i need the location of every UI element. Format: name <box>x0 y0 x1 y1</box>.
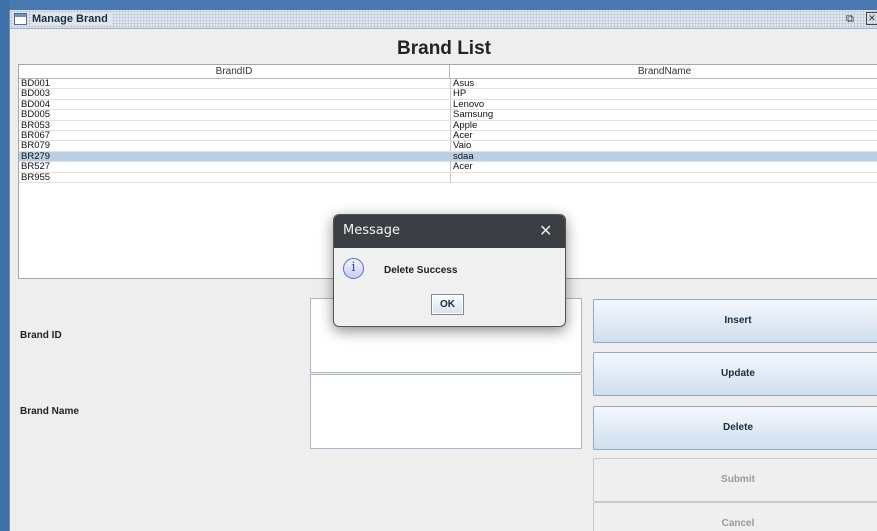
info-icon: i <box>343 258 364 279</box>
cell-brandname: Vaio <box>450 141 877 152</box>
table-row[interactable]: BD004 Lenovo <box>19 99 877 111</box>
table-row[interactable]: BR527 Acer <box>19 162 877 173</box>
table-body: BD001 Asus BD003 HP BD004 Lenovo BD005 Samsung B… <box>19 79 877 183</box>
insert-button[interactable]: Insert <box>593 299 877 343</box>
table-header: BrandID BrandName <box>19 65 877 79</box>
column-header-brandid[interactable]: BrandID <box>19 65 450 79</box>
cancel-button[interactable]: Cancel <box>593 502 877 531</box>
cell-brandid: BR279 <box>21 151 51 162</box>
delete-button[interactable]: Delete <box>593 406 877 450</box>
table-row[interactable]: BR279 sdaa <box>19 151 877 163</box>
cell-brandname: Acer <box>450 130 877 141</box>
message-dialog: Message ✕ i Delete Success OK <box>333 214 566 327</box>
cell-brandid: BR067 <box>21 130 51 141</box>
cell-brandname: sdaa <box>450 151 877 162</box>
cell-brandname: Lenovo <box>450 99 877 110</box>
brand-name-field[interactable] <box>310 374 582 449</box>
cell-brandid: BD003 <box>21 89 51 100</box>
table-row[interactable]: BR955 <box>19 172 877 183</box>
cell-brandname: Asus <box>450 79 877 89</box>
desktop-left-edge <box>0 0 9 531</box>
dialog-close-icon[interactable]: ✕ <box>539 221 552 241</box>
dialog-title-bar[interactable]: Message ✕ <box>334 215 565 248</box>
cell-brandid: BR053 <box>21 120 51 131</box>
window-title: Manage Brand <box>32 13 112 25</box>
window-icon <box>14 13 27 25</box>
table-row[interactable]: BD005 Samsung <box>19 110 877 121</box>
cell-brandid: BR955 <box>21 172 51 183</box>
brand-name-label: Brand Name <box>20 406 79 417</box>
dialog-title: Message <box>343 223 400 238</box>
submit-button[interactable]: Submit <box>593 458 877 502</box>
table-row[interactable]: BR067 Acer <box>19 130 877 142</box>
table-row[interactable]: BR053 Apple <box>19 120 877 131</box>
desktop-top-bar <box>0 0 877 10</box>
brand-id-label: Brand ID <box>20 330 62 341</box>
page-title: Brand List <box>397 38 491 59</box>
window-title-bar[interactable]: Manage Brand ⧉ ✕ <box>10 10 877 29</box>
cell-brandid: BR527 <box>21 162 51 173</box>
restore-icon[interactable]: ⧉ <box>846 12 854 26</box>
close-icon[interactable]: ✕ <box>866 12 877 25</box>
cell-brandid: BD004 <box>21 99 51 110</box>
update-button[interactable]: Update <box>593 352 877 396</box>
table-row[interactable]: BD001 Asus <box>19 79 877 90</box>
cell-brandname: Samsung <box>450 110 877 121</box>
cell-brandname: HP <box>450 89 877 100</box>
cell-brandid: BR079 <box>21 141 51 152</box>
table-row[interactable]: BR079 Vaio <box>19 141 877 152</box>
table-row[interactable]: BD003 HP <box>19 89 877 100</box>
cell-brandid: BD001 <box>21 79 51 89</box>
ok-button[interactable]: OK <box>431 294 464 315</box>
column-header-brandname[interactable]: BrandName <box>450 65 877 79</box>
cell-brandid: BD005 <box>21 110 51 121</box>
cell-brandname <box>450 172 877 183</box>
dialog-message: Delete Success <box>384 265 458 276</box>
cell-brandname: Apple <box>450 120 877 131</box>
cell-brandname: Acer <box>450 162 877 173</box>
